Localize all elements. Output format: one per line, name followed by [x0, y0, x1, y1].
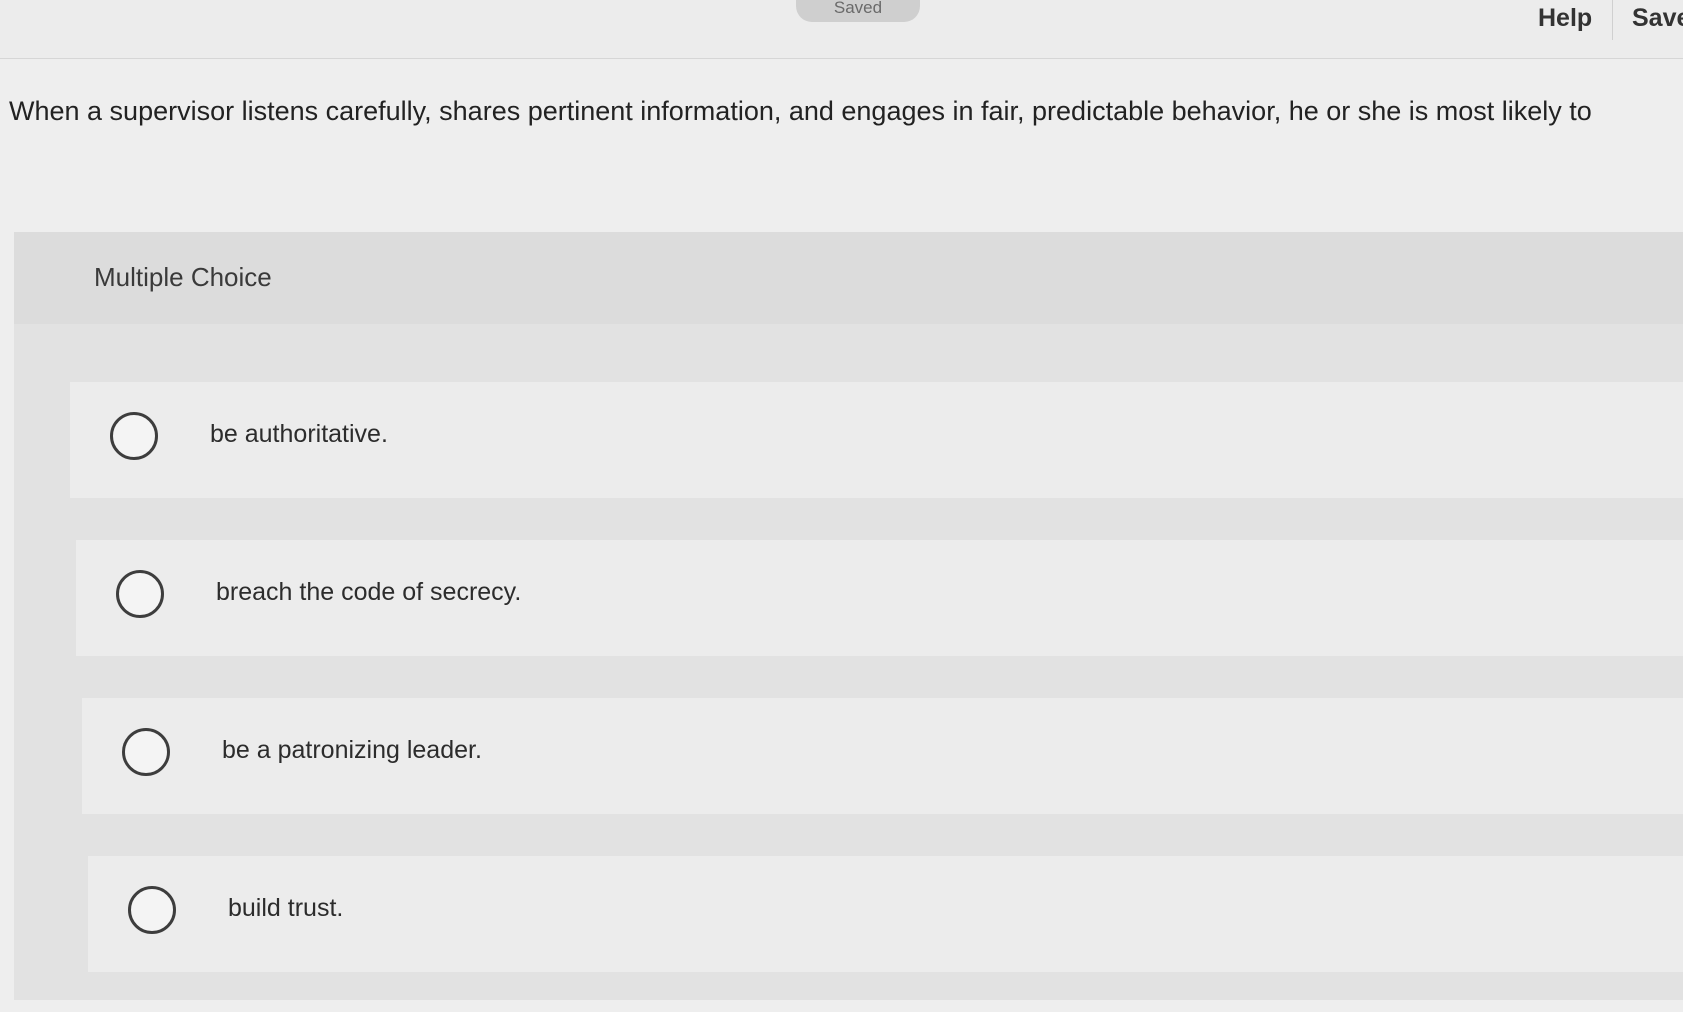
choice-label: be authoritative.	[210, 420, 388, 448]
save-link[interactable]: Save	[1632, 4, 1683, 33]
saved-status-badge: Saved	[796, 0, 920, 22]
choice-label: be a patronizing leader.	[222, 736, 482, 764]
multiple-choice-panel: Multiple Choice be authoritative. breach…	[14, 232, 1683, 1000]
choice-option-2[interactable]: breach the code of secrecy.	[76, 540, 1683, 656]
multiple-choice-label: Multiple Choice	[94, 262, 272, 292]
choice-option-3[interactable]: be a patronizing leader.	[82, 698, 1683, 814]
radio-button[interactable]	[110, 412, 158, 460]
multiple-choice-header: Multiple Choice	[14, 232, 1683, 324]
choice-option-4[interactable]: build trust.	[88, 856, 1683, 972]
radio-button[interactable]	[122, 728, 170, 776]
radio-button[interactable]	[116, 570, 164, 618]
header-divider	[1612, 0, 1613, 40]
top-bar: Saved Help Save	[0, 0, 1683, 59]
choice-label: breach the code of secrecy.	[216, 578, 522, 606]
question-text: When a supervisor listens carefully, sha…	[9, 96, 1592, 126]
help-link[interactable]: Help	[1538, 4, 1592, 33]
choice-option-1[interactable]: be authoritative.	[70, 382, 1683, 498]
radio-button[interactable]	[128, 886, 176, 934]
choice-label: build trust.	[228, 894, 344, 922]
